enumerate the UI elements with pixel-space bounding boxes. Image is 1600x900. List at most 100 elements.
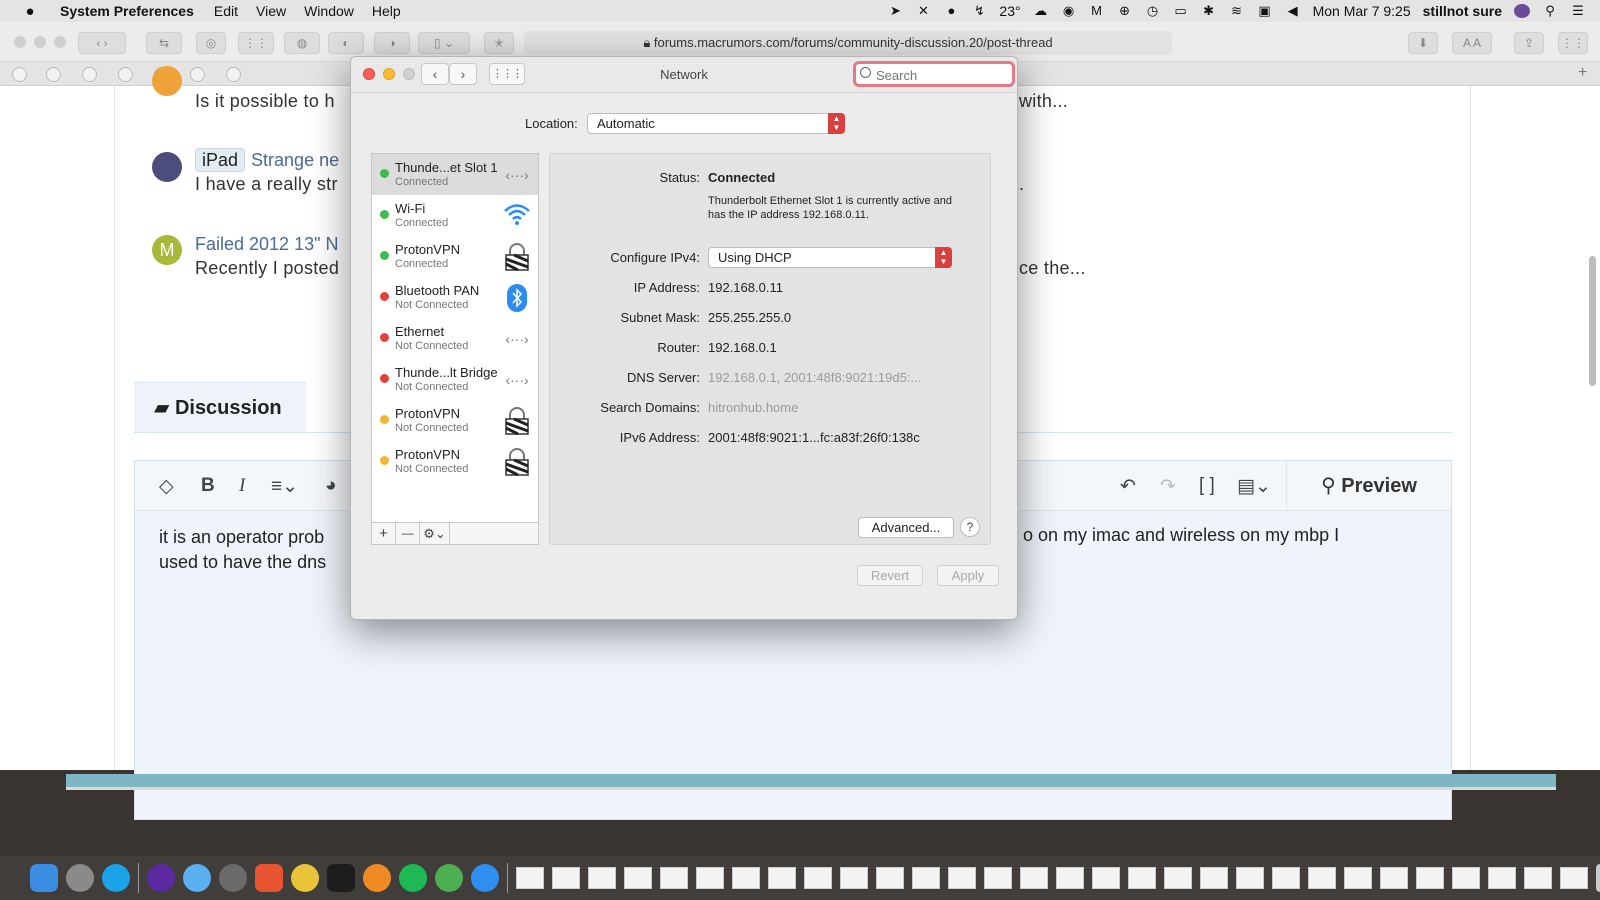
- dock-minimized-window-1[interactable]: [516, 867, 544, 889]
- sidebar-toggle-icon[interactable]: ▯ ⌄: [418, 32, 470, 54]
- dock-brave-icon[interactable]: [255, 864, 283, 892]
- revert-button[interactable]: Revert: [857, 565, 923, 586]
- apply-button[interactable]: Apply: [937, 565, 999, 586]
- share-icon[interactable]: ⇪: [1514, 32, 1544, 54]
- favorite-icon-7[interactable]: [226, 67, 241, 82]
- grid-icon[interactable]: ⋮⋮: [238, 32, 274, 54]
- dock-minimized-window-21[interactable]: [1236, 867, 1264, 889]
- apple-menu-icon[interactable]: ●: [22, 3, 38, 20]
- dock-firefox-icon[interactable]: [363, 864, 391, 892]
- extension-icon-2[interactable]: ◎: [196, 32, 226, 54]
- font-size-icon[interactable]: A A: [1452, 32, 1492, 54]
- menu-app-name[interactable]: System Preferences: [60, 3, 194, 19]
- dock-messages-icon[interactable]: [183, 864, 211, 892]
- dock-minimized-window-12[interactable]: [912, 867, 940, 889]
- bookmark-star-icon[interactable]: ✭: [484, 32, 514, 54]
- dock-activity-monitor-icon[interactable]: [327, 864, 355, 892]
- service-item-protonvpn-1[interactable]: ProtonVPN Connected: [372, 236, 538, 277]
- configure-ipv4-popup[interactable]: Using DHCP ▲ ▼: [708, 247, 952, 268]
- favorite-icon-3[interactable]: [82, 67, 97, 82]
- airplay-icon[interactable]: ▭: [1173, 4, 1189, 18]
- dock-minimized-window-28[interactable]: [1488, 867, 1516, 889]
- dock-minimized-window-19[interactable]: [1164, 867, 1192, 889]
- bold-icon[interactable]: B: [201, 475, 215, 497]
- service-item-bluetooth-pan[interactable]: Bluetooth PAN Not Connected: [372, 277, 538, 318]
- italic-icon[interactable]: I: [239, 475, 245, 497]
- favorite-icon-4[interactable]: [118, 67, 133, 82]
- user-name[interactable]: stillnot sure: [1423, 3, 1502, 19]
- service-item-thunderbolt-bridge[interactable]: Thunde...lt Bridge Not Connected ‹···›: [372, 359, 538, 400]
- thread-title-3[interactable]: Failed 2012 13" N: [195, 234, 338, 255]
- add-service-button[interactable]: +: [372, 523, 396, 544]
- help-button[interactable]: ?: [960, 517, 980, 537]
- control-list-icon[interactable]: ☰: [1570, 4, 1586, 18]
- crossed-arrow-icon[interactable]: ↯: [971, 4, 987, 18]
- browser-close-button[interactable]: [14, 36, 26, 48]
- service-item-protonvpn-3[interactable]: ProtonVPN Not Connected: [372, 441, 538, 482]
- bbcode-icon[interactable]: [ ]: [1199, 475, 1215, 497]
- new-tab-icon[interactable]: +: [1578, 64, 1587, 82]
- dock-minimized-window-26[interactable]: [1416, 867, 1444, 889]
- dock-minimized-window-5[interactable]: [660, 867, 688, 889]
- browser-minimize-button[interactable]: [34, 36, 46, 48]
- dock-minimized-window-22[interactable]: [1272, 867, 1300, 889]
- user-avatar-icon[interactable]: [1514, 4, 1530, 18]
- dock-minimized-window-10[interactable]: [840, 867, 868, 889]
- browser-zoom-button[interactable]: [54, 36, 66, 48]
- browser-back-forward[interactable]: ‹ ›: [78, 32, 126, 54]
- eraser-icon[interactable]: ◇: [159, 475, 174, 498]
- tabs-overview-icon[interactable]: ⋮⋮: [1558, 32, 1588, 54]
- dock-chrome-icon[interactable]: [291, 864, 319, 892]
- tab-discussion[interactable]: ▰ Discussion: [134, 382, 306, 432]
- wifi-menu-icon[interactable]: ≋: [1229, 4, 1245, 18]
- dock-minimized-window-17[interactable]: [1092, 867, 1120, 889]
- dock-skype-icon[interactable]: [102, 864, 130, 892]
- align-icon[interactable]: ≡⌄: [271, 475, 298, 498]
- thread-avatar-3[interactable]: M: [152, 235, 182, 265]
- time-machine-icon[interactable]: ◷: [1145, 4, 1161, 18]
- search-input[interactable]: [876, 66, 1006, 84]
- extension-icon-3[interactable]: ◐: [328, 32, 364, 54]
- dock-minimized-window-6[interactable]: [696, 867, 724, 889]
- dock-system-preferences-icon[interactable]: [66, 864, 94, 892]
- app-badge-icon[interactable]: ◉: [1061, 4, 1077, 18]
- menu-edit[interactable]: Edit: [214, 3, 238, 19]
- dock-minimized-window-29[interactable]: [1524, 867, 1552, 889]
- dock-minimized-window-8[interactable]: [768, 867, 796, 889]
- service-item-thunderbolt-ethernet[interactable]: Thunde...et Slot 1 Connected ‹···›: [372, 154, 538, 195]
- favorite-icon-2[interactable]: [46, 67, 61, 82]
- volume-icon[interactable]: ◀: [1285, 4, 1301, 18]
- dock-minimized-window-2[interactable]: [552, 867, 580, 889]
- dock-minimized-window-4[interactable]: [624, 867, 652, 889]
- weather-cloud-icon[interactable]: ☁: [1033, 4, 1049, 18]
- dock-minimized-window-15[interactable]: [1020, 867, 1048, 889]
- thread-title-2[interactable]: iPad Strange ne: [195, 148, 339, 172]
- thread-avatar-2[interactable]: [152, 152, 182, 182]
- clock-label[interactable]: Mon Mar 7 9:25: [1313, 3, 1411, 19]
- dock-minimized-window-9[interactable]: [804, 867, 832, 889]
- back-button[interactable]: ‹: [421, 63, 449, 85]
- advanced-button[interactable]: Advanced...: [858, 517, 954, 538]
- accessibility-icon[interactable]: ⊕: [1117, 4, 1133, 18]
- mail-m-icon[interactable]: M: [1089, 4, 1105, 18]
- dock-minimized-window-14[interactable]: [984, 867, 1012, 889]
- status-dot-icon[interactable]: ●: [943, 4, 959, 18]
- service-item-ethernet[interactable]: Ethernet Not Connected ‹···›: [372, 318, 538, 359]
- dock-tor-icon[interactable]: [147, 864, 175, 892]
- thread-snippet-1[interactable]: Is it possible to h: [195, 91, 335, 112]
- menu-view[interactable]: View: [256, 3, 286, 19]
- dock-minimized-window-30[interactable]: [1560, 867, 1588, 889]
- temperature-label[interactable]: 23°: [999, 3, 1020, 19]
- forward-button[interactable]: ›: [449, 63, 477, 85]
- editor-text[interactable]: it is an operator prob used to have the …: [159, 525, 326, 575]
- favorite-icon-6[interactable]: [190, 67, 205, 82]
- remove-service-button[interactable]: —: [396, 523, 420, 544]
- dock-telegram-icon[interactable]: [435, 864, 463, 892]
- dock-minimized-window-7[interactable]: [732, 867, 760, 889]
- input-source-icon[interactable]: ▣: [1257, 4, 1273, 18]
- window-zoom-button[interactable]: [403, 68, 415, 80]
- shield-icon[interactable]: ◍: [284, 32, 320, 54]
- spotlight-icon[interactable]: ⚲: [1542, 4, 1558, 18]
- dock-spotify-icon[interactable]: [399, 864, 427, 892]
- download-icon[interactable]: ⬇: [1408, 32, 1438, 54]
